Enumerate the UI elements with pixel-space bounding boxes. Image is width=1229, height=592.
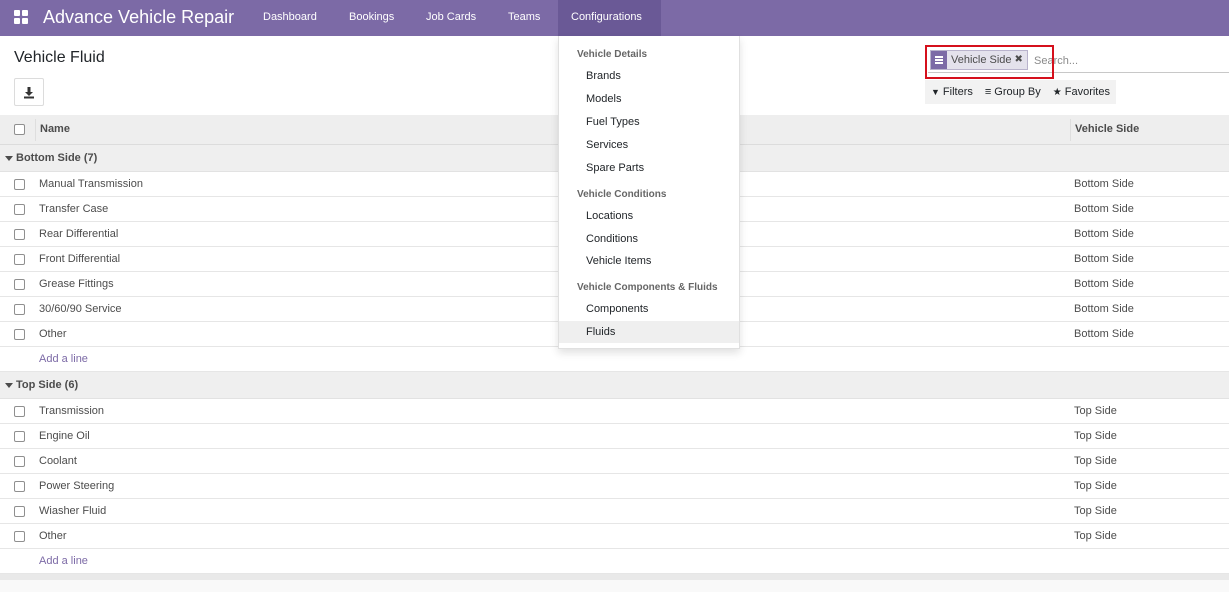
cell-vehicle-side: Bottom Side (1074, 328, 1134, 340)
cell-vehicle-side: Bottom Side (1074, 278, 1134, 290)
top-navbar: Advance Vehicle Repair Dashboard Booking… (0, 0, 1229, 36)
menu-section-components-fluids: Vehicle Components & Fluids (577, 282, 718, 293)
row-checkbox[interactable] (14, 304, 25, 315)
configurations-dropdown-menu: Vehicle Details Brands Models Fuel Types… (558, 36, 740, 349)
menu-item-spare-parts[interactable]: Spare Parts (559, 157, 739, 179)
row-checkbox[interactable] (14, 179, 25, 190)
row-checkbox[interactable] (14, 531, 25, 542)
cell-vehicle-side: Bottom Side (1074, 228, 1134, 240)
caret-down-icon (5, 383, 13, 388)
menu-item-components[interactable]: Components (559, 298, 739, 320)
search-options-bar: ▼ Filters ≡ Group By ★ Favorites (925, 80, 1116, 104)
table-row[interactable]: Other Top Side (0, 524, 1229, 549)
annotation-highlight-box (925, 45, 1054, 79)
group-row-top-side[interactable]: Top Side (6) (0, 372, 1229, 399)
caret-down-icon (5, 156, 13, 161)
menu-item-brands[interactable]: Brands (559, 65, 739, 87)
row-checkbox[interactable] (14, 204, 25, 215)
menu-section-vehicle-conditions: Vehicle Conditions (577, 189, 667, 200)
row-checkbox[interactable] (14, 506, 25, 517)
cell-vehicle-side: Top Side (1074, 405, 1117, 417)
add-line-row: Add a line (0, 549, 1229, 574)
list-footer (0, 574, 1229, 580)
bars-icon: ≡ (984, 86, 992, 98)
page-title: Vehicle Fluid (14, 49, 105, 66)
cell-vehicle-side: Top Side (1074, 480, 1117, 492)
download-icon (24, 87, 34, 99)
add-line-row: Add a line (0, 347, 1229, 372)
cell-vehicle-side: Bottom Side (1074, 203, 1134, 215)
cell-name: Transmission (39, 405, 104, 417)
menu-item-models[interactable]: Models (559, 88, 739, 110)
add-line-link[interactable]: Add a line (39, 549, 88, 573)
cell-vehicle-side: Bottom Side (1074, 253, 1134, 265)
cell-vehicle-side: Top Side (1074, 430, 1117, 442)
filters-label: Filters (942, 86, 973, 98)
row-checkbox[interactable] (14, 456, 25, 467)
cell-name: Other (39, 328, 67, 340)
menu-section-vehicle-details: Vehicle Details (577, 49, 648, 60)
cell-name: Front Differential (39, 253, 121, 265)
menu-item-vehicle-items[interactable]: Vehicle Items (559, 250, 739, 272)
column-header-name[interactable]: Name (40, 115, 70, 143)
row-checkbox[interactable] (14, 279, 25, 290)
table-row[interactable]: Coolant Top Side (0, 449, 1229, 474)
cell-name: Engine Oil (39, 430, 90, 442)
group-by-button[interactable]: ≡ Group By (979, 80, 1047, 104)
column-divider (35, 119, 36, 141)
add-line-link[interactable]: Add a line (39, 347, 88, 371)
menu-item-fuel-types[interactable]: Fuel Types (559, 111, 739, 133)
cell-name: Rear Differential (39, 228, 119, 240)
filters-button[interactable]: ▼ Filters (925, 80, 979, 104)
cell-vehicle-side: Bottom Side (1074, 303, 1134, 315)
cell-vehicle-side: Bottom Side (1074, 178, 1134, 190)
cell-vehicle-side: Top Side (1074, 455, 1117, 467)
group-label: Bottom Side (7) (16, 152, 98, 164)
table-row[interactable]: Power Steering Top Side (0, 474, 1229, 499)
cell-name: 30/60/90 Service (39, 303, 122, 315)
menu-item-services[interactable]: Services (559, 134, 739, 156)
cell-name: Coolant (39, 455, 77, 467)
column-header-vehicle-side[interactable]: Vehicle Side (1075, 115, 1139, 143)
search-input[interactable] (1034, 52, 1224, 70)
row-checkbox[interactable] (14, 229, 25, 240)
row-checkbox[interactable] (14, 406, 25, 417)
star-icon: ★ (1052, 86, 1062, 98)
nav-dashboard[interactable]: Dashboard (249, 0, 331, 36)
row-checkbox[interactable] (14, 329, 25, 340)
select-all-checkbox[interactable] (14, 124, 25, 135)
cell-name: Power Steering (39, 480, 115, 492)
menu-item-fluids[interactable]: Fluids (559, 321, 739, 343)
cell-vehicle-side: Top Side (1074, 530, 1117, 542)
table-row[interactable]: Transmission Top Side (0, 399, 1229, 424)
row-checkbox[interactable] (14, 431, 25, 442)
favorites-label: Favorites (1064, 86, 1110, 98)
nav-configurations[interactable]: Configurations (558, 0, 661, 36)
nav-bookings[interactable]: Bookings (335, 0, 408, 36)
menu-item-conditions[interactable]: Conditions (559, 228, 739, 250)
cell-vehicle-side: Top Side (1074, 505, 1117, 517)
table-row[interactable]: Wiasher Fluid Top Side (0, 499, 1229, 524)
funnel-icon: ▼ (931, 87, 940, 97)
menu-item-locations[interactable]: Locations (559, 205, 739, 227)
row-checkbox[interactable] (14, 481, 25, 492)
cell-name: Wiasher Fluid (39, 505, 107, 517)
nav-job-cards[interactable]: Job Cards (412, 0, 490, 36)
download-button[interactable] (14, 78, 44, 106)
row-checkbox[interactable] (14, 254, 25, 265)
group-by-label: Group By (994, 86, 1041, 98)
column-divider (1070, 119, 1071, 141)
favorites-button[interactable]: ★ Favorites (1047, 80, 1116, 104)
nav-teams[interactable]: Teams (494, 0, 554, 36)
app-brand[interactable]: Advance Vehicle Repair (43, 6, 234, 28)
cell-name: Transfer Case (39, 203, 109, 215)
group-label: Top Side (6) (16, 379, 79, 391)
cell-name: Other (39, 530, 67, 542)
table-row[interactable]: Engine Oil Top Side (0, 424, 1229, 449)
cell-name: Manual Transmission (39, 178, 143, 190)
cell-name: Grease Fittings (39, 278, 114, 290)
apps-grid-icon[interactable] (14, 10, 28, 24)
